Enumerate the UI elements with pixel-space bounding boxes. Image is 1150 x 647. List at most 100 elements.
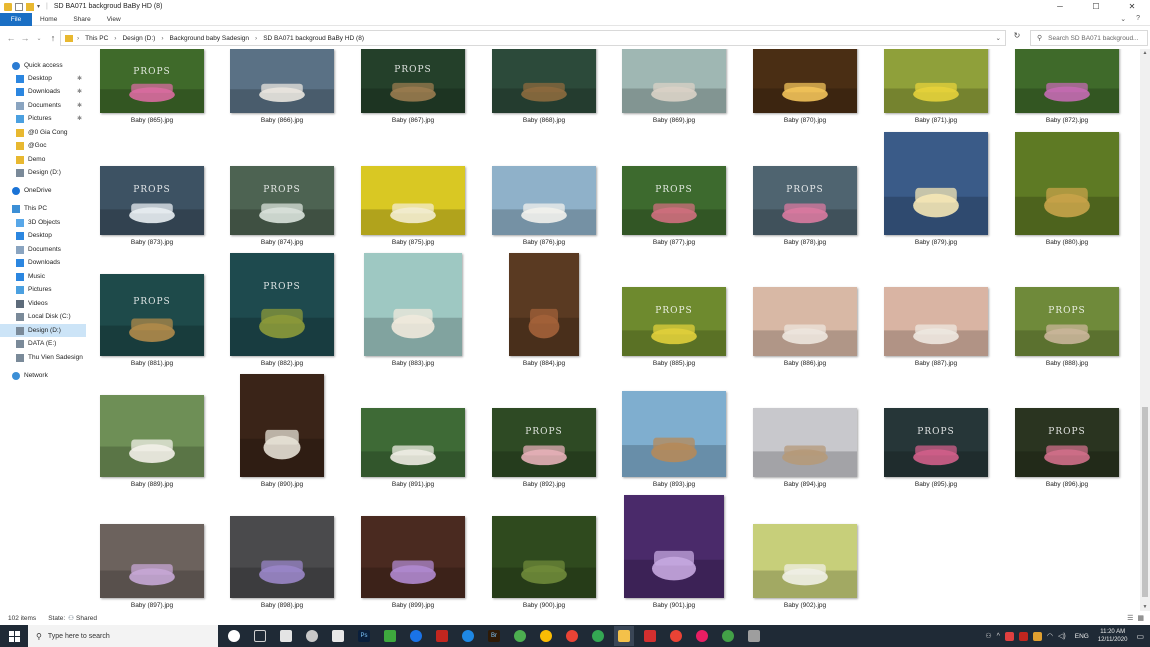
nav-item[interactable]: OneDrive bbox=[0, 184, 86, 197]
nav-item[interactable]: Quick access bbox=[0, 59, 86, 72]
refresh-button[interactable]: ↻ bbox=[1010, 31, 1024, 45]
people-icon[interactable]: ⚇ bbox=[985, 632, 991, 640]
chrome-badge-icon[interactable] bbox=[562, 626, 582, 646]
file-name[interactable]: Baby (876).jpg bbox=[479, 239, 609, 246]
nav-item[interactable]: Pictures ✱ bbox=[0, 112, 86, 125]
file-thumbnail[interactable] bbox=[100, 524, 204, 598]
file-thumbnail[interactable] bbox=[884, 132, 988, 235]
scroll-up-icon[interactable]: ▲ bbox=[1140, 50, 1150, 56]
app-calendar-icon[interactable] bbox=[328, 626, 348, 646]
file-name[interactable]: Baby (869).jpg bbox=[609, 117, 739, 124]
chevron-up-icon[interactable]: ^ bbox=[997, 633, 1000, 640]
nav-item[interactable]: Desktop ✱ bbox=[0, 72, 86, 85]
breadcrumb-background-folder[interactable]: Background baby Sadesign bbox=[170, 35, 250, 42]
nav-item[interactable]: DATA (E:) bbox=[0, 337, 86, 350]
file-thumbnail[interactable] bbox=[364, 253, 462, 356]
nav-item[interactable]: This PC bbox=[0, 202, 86, 215]
forward-button[interactable]: → bbox=[18, 33, 32, 43]
properties-icon[interactable] bbox=[15, 2, 23, 11]
file-thumbnail[interactable]: PROPS bbox=[361, 49, 465, 113]
nav-item[interactable]: @Goc bbox=[0, 139, 86, 152]
start-button[interactable] bbox=[0, 625, 28, 647]
file-thumbnail[interactable]: PROPS bbox=[1015, 287, 1119, 356]
file-name[interactable]: Baby (865).jpg bbox=[90, 117, 217, 124]
file-name[interactable]: Baby (866).jpg bbox=[217, 117, 347, 124]
vertical-scrollbar[interactable]: ▲ ▼ bbox=[1140, 49, 1150, 611]
file-name[interactable]: Baby (897).jpg bbox=[90, 602, 217, 609]
file-name[interactable]: Baby (874).jpg bbox=[217, 239, 347, 246]
tray-app-orange-icon[interactable] bbox=[1032, 631, 1042, 641]
file-thumbnail[interactable] bbox=[753, 49, 857, 113]
file-thumbnail[interactable] bbox=[624, 495, 724, 598]
breadcrumb-current-folder[interactable]: SD BA071 backgroud BaBy HD (8) bbox=[263, 35, 364, 42]
file-thumbnail[interactable] bbox=[622, 49, 726, 113]
photoshop-icon[interactable]: Ps bbox=[354, 626, 374, 646]
up-button[interactable]: ↑ bbox=[46, 33, 60, 43]
language-indicator[interactable]: ENG bbox=[1075, 633, 1089, 640]
volume-icon[interactable]: ◁) bbox=[1058, 632, 1066, 640]
camtasia-icon[interactable] bbox=[380, 626, 400, 646]
file-thumbnail[interactable]: PROPS bbox=[100, 166, 204, 235]
taskbar-search[interactable]: ⚲ Type here to search bbox=[28, 625, 218, 647]
file-name[interactable]: Baby (899).jpg bbox=[348, 602, 478, 609]
folder-icon[interactable] bbox=[4, 2, 12, 11]
file-thumbnail[interactable] bbox=[492, 166, 596, 235]
file-thumbnail[interactable] bbox=[509, 253, 579, 356]
file-thumbnail[interactable]: PROPS bbox=[230, 166, 334, 235]
file-name[interactable]: Baby (875).jpg bbox=[348, 239, 478, 246]
file-thumbnail[interactable] bbox=[361, 166, 465, 235]
file-name[interactable]: Baby (883).jpg bbox=[348, 360, 478, 367]
nav-item[interactable]: Downloads ✱ bbox=[0, 85, 86, 98]
tab-file[interactable]: File bbox=[0, 12, 32, 26]
file-name[interactable]: Baby (896).jpg bbox=[1002, 481, 1132, 488]
file-name[interactable]: Baby (901).jpg bbox=[609, 602, 739, 609]
app-green-icon[interactable] bbox=[510, 626, 530, 646]
nav-item[interactable]: Local Disk (C:) bbox=[0, 310, 86, 323]
file-thumbnail[interactable] bbox=[1015, 132, 1119, 235]
tab-view[interactable]: View bbox=[99, 16, 129, 23]
minimize-button[interactable]: ─ bbox=[1042, 0, 1078, 13]
file-thumbnail[interactable] bbox=[230, 516, 334, 598]
expand-ribbon-icon[interactable]: ⌄ bbox=[1120, 15, 1126, 23]
file-thumbnail[interactable]: PROPS bbox=[1015, 408, 1119, 477]
nav-item[interactable]: Documents ✱ bbox=[0, 99, 86, 112]
file-name[interactable]: Baby (867).jpg bbox=[348, 117, 478, 124]
file-name[interactable]: Baby (888).jpg bbox=[1002, 360, 1132, 367]
file-thumbnail[interactable] bbox=[240, 374, 324, 477]
chrome-4-icon[interactable] bbox=[718, 626, 738, 646]
nav-item[interactable]: Music bbox=[0, 270, 86, 283]
file-name[interactable]: Baby (890).jpg bbox=[217, 481, 347, 488]
scroll-down-icon[interactable]: ▼ bbox=[1140, 604, 1150, 610]
file-thumbnail[interactable] bbox=[753, 408, 857, 477]
scrollbar-thumb[interactable] bbox=[1142, 407, 1148, 597]
file-name[interactable]: Baby (872).jpg bbox=[1002, 117, 1132, 124]
file-name[interactable]: Baby (886).jpg bbox=[740, 360, 870, 367]
nav-item[interactable]: Videos bbox=[0, 297, 86, 310]
new-folder-icon[interactable] bbox=[26, 2, 34, 11]
app-blue-icon[interactable] bbox=[458, 626, 478, 646]
file-name[interactable]: Baby (877).jpg bbox=[609, 239, 739, 246]
file-name[interactable]: Baby (881).jpg bbox=[90, 360, 217, 367]
breadcrumb-this-pc[interactable]: This PC bbox=[85, 35, 108, 42]
bridge-icon[interactable]: Br bbox=[484, 626, 504, 646]
maximize-button[interactable]: ☐ bbox=[1078, 0, 1114, 13]
file-thumbnail[interactable] bbox=[622, 391, 726, 477]
app-pink-icon[interactable] bbox=[276, 626, 296, 646]
nav-item[interactable]: Network bbox=[0, 369, 86, 382]
nav-item[interactable]: Documents bbox=[0, 243, 86, 256]
file-name[interactable]: Baby (880).jpg bbox=[1002, 239, 1132, 246]
file-name[interactable]: Baby (868).jpg bbox=[479, 117, 609, 124]
chrome-green-icon[interactable] bbox=[588, 626, 608, 646]
file-name[interactable]: Baby (873).jpg bbox=[90, 239, 217, 246]
file-thumbnail[interactable] bbox=[492, 49, 596, 113]
file-name[interactable]: Baby (893).jpg bbox=[609, 481, 739, 488]
file-thumbnail[interactable] bbox=[230, 49, 334, 113]
breadcrumb-design-drive[interactable]: Design (D:) bbox=[122, 35, 155, 42]
file-explorer-icon[interactable] bbox=[614, 626, 634, 646]
file-thumbnail[interactable]: PROPS bbox=[230, 253, 334, 356]
file-name[interactable]: Baby (898).jpg bbox=[217, 602, 347, 609]
file-name[interactable]: Baby (884).jpg bbox=[479, 360, 609, 367]
timeline-icon[interactable] bbox=[250, 626, 270, 646]
nav-item[interactable]: Desktop bbox=[0, 229, 86, 242]
file-thumbnail[interactable] bbox=[884, 287, 988, 356]
